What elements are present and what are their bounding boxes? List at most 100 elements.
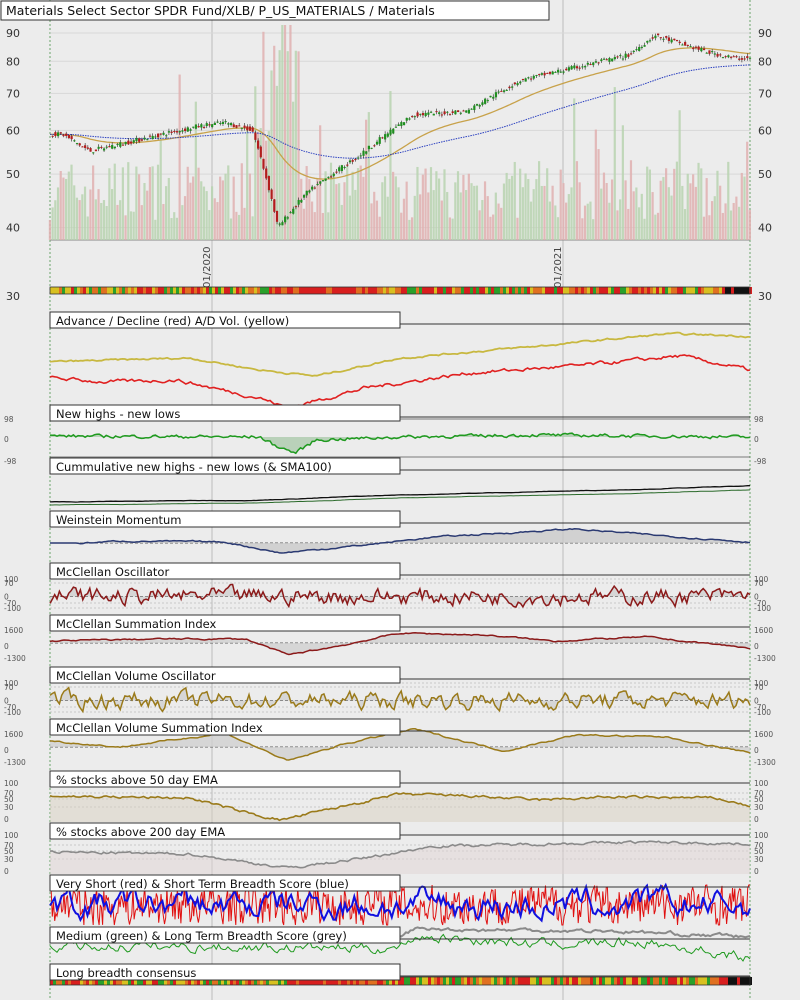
candle-body	[519, 81, 522, 84]
p50-tick-right: 100	[754, 779, 769, 788]
candle-body	[154, 136, 157, 138]
price-tick-left: 90	[6, 27, 20, 40]
volume-bar	[483, 181, 487, 240]
candle-body	[162, 132, 165, 135]
consensus-strip-bottom	[746, 977, 749, 985]
price-tick-right: 90	[758, 27, 772, 40]
candle-body	[62, 134, 65, 137]
consensus-strip-top	[680, 287, 683, 294]
consensus-strip-top	[569, 287, 572, 294]
consensus-strip-top	[230, 287, 233, 294]
consensus-strip-bottom	[548, 977, 551, 985]
candle-body	[346, 164, 349, 166]
consensus-strip-bottom	[503, 977, 506, 985]
candle-body	[521, 78, 525, 80]
consensus-strip-top	[119, 287, 122, 294]
consensus-strip-top	[401, 287, 404, 294]
candle-body	[505, 89, 508, 91]
candle-body	[208, 124, 211, 126]
consensus-strip-top	[272, 287, 275, 294]
consensus-strip-top	[557, 287, 560, 294]
msi-tick-right: 1600	[754, 626, 773, 635]
consensus-strip-top	[659, 287, 662, 294]
x-tick-label: 01/2021	[553, 246, 564, 288]
candle-body	[89, 148, 92, 152]
consensus-strip-top	[566, 287, 569, 294]
candle-body	[605, 59, 608, 61]
volume-bar	[48, 219, 51, 240]
consensus-strip-top	[683, 287, 686, 294]
consensus-strip-top	[506, 287, 509, 294]
volume-bar	[489, 216, 492, 240]
consensus-strip-top	[545, 287, 548, 294]
volume-bar	[689, 183, 692, 240]
volume-bar	[567, 194, 570, 240]
candle-body	[362, 150, 365, 156]
volume-bar	[202, 186, 206, 240]
candle-body	[278, 223, 281, 225]
candle-body	[535, 75, 538, 77]
candle-body	[621, 58, 625, 60]
consensus-strip-top	[98, 287, 101, 294]
candle-body	[224, 121, 227, 123]
volume-bar	[135, 166, 138, 240]
consensus-strip-top	[395, 287, 398, 294]
p50-tick-left: 30	[4, 803, 14, 812]
consensus-strip-bottom	[590, 977, 593, 985]
consensus-strip-top	[512, 287, 515, 294]
candle-body	[81, 146, 84, 148]
volume-bar	[262, 31, 265, 240]
consensus-strip-top	[113, 287, 116, 294]
volume-bar	[700, 168, 703, 240]
volume-bar	[708, 215, 711, 240]
candle-body	[86, 147, 89, 149]
candle-body	[575, 66, 579, 69]
candle-body	[602, 58, 606, 60]
mvo-tick-right: -100	[754, 708, 771, 717]
consensus-strip-top	[125, 287, 128, 294]
volume-bar	[375, 200, 379, 240]
consensus-strip-top	[692, 287, 695, 294]
consensus-strip-top	[188, 287, 191, 294]
volume-bar	[219, 176, 222, 240]
volume-bar	[459, 192, 462, 240]
consensus-strip-top	[686, 287, 689, 294]
candle-body	[432, 113, 435, 116]
volume-bar	[73, 185, 76, 240]
volume-bar	[716, 170, 719, 240]
volume-bar	[446, 191, 449, 240]
volume-bar	[519, 168, 522, 240]
volume-bar	[692, 174, 695, 240]
consensus-strip-bottom	[440, 977, 443, 985]
consensus-strip-top	[317, 287, 320, 294]
candle-body	[462, 110, 465, 112]
volume-bar	[743, 176, 746, 240]
volume-bar	[419, 194, 422, 240]
consensus-strip-bottom	[692, 977, 695, 985]
candle-body	[181, 130, 184, 132]
consensus-strip-top	[605, 287, 608, 294]
mvsi-tick-right: 0	[754, 746, 759, 755]
volume-bar	[359, 165, 362, 240]
volume-bar	[259, 128, 262, 240]
consensus-strip-bottom	[545, 977, 548, 985]
candle-body	[135, 137, 138, 142]
candle-body	[486, 100, 489, 102]
consensus-strip-top	[167, 287, 170, 294]
panel-title: New highs - new lows	[56, 407, 180, 421]
candle-body	[632, 50, 635, 52]
consensus-strip-top	[149, 287, 152, 294]
consensus-strip-top	[431, 287, 434, 294]
candle-body	[251, 127, 254, 132]
msi-tick-left: 1600	[4, 626, 23, 635]
volume-bar	[237, 214, 241, 240]
consensus-strip-bottom	[449, 977, 452, 985]
candle-body	[473, 105, 476, 111]
consensus-strip-bottom	[731, 977, 734, 985]
consensus-strip-top	[122, 287, 125, 294]
candle-body	[557, 69, 560, 73]
cum-nhnl-line	[49, 485, 750, 503]
candle-body	[546, 72, 549, 74]
candle-body	[108, 146, 111, 148]
consensus-strip-bottom	[530, 977, 533, 985]
